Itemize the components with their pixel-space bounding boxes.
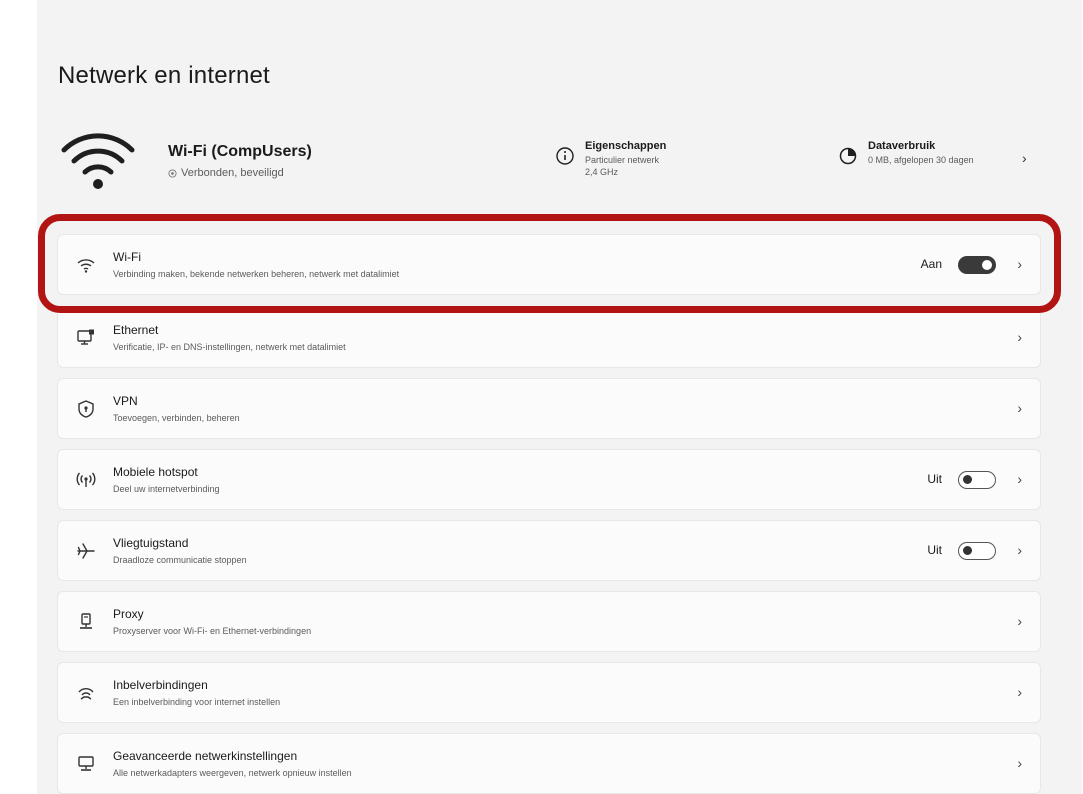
data-usage-link[interactable]: Dataverbruik 0 MB, afgelopen 30 dagen <box>838 140 974 166</box>
wifi-icon <box>77 259 95 273</box>
item-subtitle: Verificatie, IP- en DNS-instellingen, ne… <box>113 342 346 352</box>
list-item-proxy[interactable]: Proxy Proxyserver voor Wi-Fi- en Etherne… <box>57 591 1041 652</box>
chevron-right-icon[interactable]: › <box>1017 542 1022 558</box>
proxy-icon <box>80 613 92 629</box>
item-title: Wi-Fi <box>113 250 141 264</box>
list-item-airplane-mode[interactable]: Vliegtuigstand Draadloze communicatie st… <box>57 520 1041 581</box>
item-subtitle: Toevoegen, verbinden, beheren <box>113 413 240 423</box>
data-usage-title: Dataverbruik <box>868 140 936 152</box>
wifi-large-icon <box>61 133 135 189</box>
chevron-right-icon[interactable]: › <box>1022 150 1027 166</box>
info-icon <box>556 147 574 165</box>
toggle-knob <box>963 475 972 484</box>
lock-icon <box>168 168 177 178</box>
advanced-network-icon <box>78 756 94 771</box>
list-item-vpn[interactable]: VPN Toevoegen, verbinden, beheren › <box>57 378 1041 439</box>
chevron-right-icon[interactable]: › <box>1017 256 1022 272</box>
chevron-right-icon[interactable]: › <box>1017 471 1022 487</box>
chevron-right-icon[interactable]: › <box>1017 329 1022 345</box>
toggle-state: Aan <box>920 257 942 271</box>
airplane-toggle[interactable] <box>958 542 996 560</box>
item-title: VPN <box>113 394 138 408</box>
item-title: Proxy <box>113 607 144 621</box>
item-subtitle: Deel uw internetverbinding <box>113 484 220 494</box>
dialup-icon <box>78 688 94 700</box>
item-title: Inbelverbindingen <box>113 678 208 692</box>
item-title: Vliegtuigstand <box>113 536 189 550</box>
item-title: Ethernet <box>113 323 159 337</box>
item-subtitle: Alle netwerkadapters weergeven, netwerk … <box>113 768 352 778</box>
toggle-knob <box>963 546 972 555</box>
page-title: Netwerk en internet <box>58 62 270 89</box>
toggle-state: Uit <box>927 472 942 486</box>
chevron-right-icon[interactable]: › <box>1017 755 1022 771</box>
network-status: Verbonden, beveiligd <box>168 167 284 179</box>
item-subtitle: Verbinding maken, bekende netwerken behe… <box>113 269 400 279</box>
data-usage-icon <box>839 147 857 165</box>
list-item-dialup[interactable]: Inbelverbindingen Een inbelverbinding vo… <box>57 662 1041 723</box>
network-status-text: Verbonden, beveiligd <box>181 167 284 179</box>
properties-line1: Particulier netwerk <box>585 155 660 165</box>
wifi-toggle[interactable] <box>958 256 996 274</box>
item-title: Mobiele hotspot <box>113 465 198 479</box>
data-usage-subtitle: 0 MB, afgelopen 30 dagen <box>868 155 974 165</box>
toggle-state: Uit <box>927 543 942 557</box>
item-subtitle: Proxyserver voor Wi-Fi- en Ethernet-verb… <box>113 626 312 636</box>
toggle-knob <box>982 260 992 270</box>
vpn-shield-icon <box>78 400 94 418</box>
chevron-right-icon[interactable]: › <box>1017 684 1022 700</box>
item-title: Geavanceerde netwerkinstellingen <box>113 749 298 763</box>
hotspot-icon <box>76 472 96 487</box>
list-item-ethernet[interactable]: Ethernet Verificatie, IP- en DNS-instell… <box>57 307 1041 368</box>
ethernet-icon <box>77 329 94 345</box>
item-subtitle: Een inbelverbinding voor internet instel… <box>113 697 281 707</box>
airplane-icon <box>77 543 95 559</box>
hotspot-toggle[interactable] <box>958 471 996 489</box>
properties-title: Eigenschappen <box>585 140 667 152</box>
properties-link[interactable]: Eigenschappen Particulier netwerk 2,4 GH… <box>555 140 666 178</box>
properties-line2: 2,4 GHz <box>585 167 619 177</box>
list-item-advanced-network[interactable]: Geavanceerde netwerkinstellingen Alle ne… <box>57 733 1041 794</box>
network-name: Wi-Fi (CompUsers) <box>168 143 312 160</box>
list-item-mobile-hotspot[interactable]: Mobiele hotspot Deel uw internetverbindi… <box>57 449 1041 510</box>
chevron-right-icon[interactable]: › <box>1017 613 1022 629</box>
chevron-right-icon[interactable]: › <box>1017 400 1022 416</box>
item-subtitle: Draadloze communicatie stoppen <box>113 555 247 565</box>
list-item-wifi[interactable]: Wi-Fi Verbinding maken, bekende netwerke… <box>57 234 1041 295</box>
